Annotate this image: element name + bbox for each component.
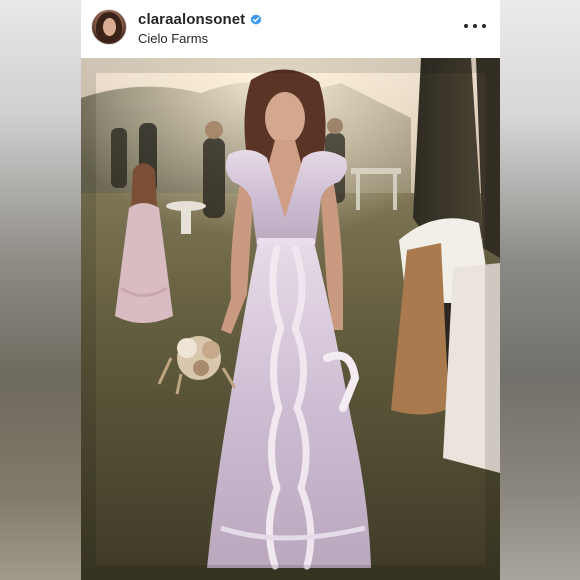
username-row: claraalonsonet [138, 11, 262, 28]
left-blurred-backdrop [0, 0, 81, 580]
avatar-face [103, 18, 116, 36]
right-blurred-backdrop [500, 0, 580, 580]
verified-badge-icon [250, 13, 262, 25]
wedding-photo-illustration [81, 58, 500, 580]
profile-avatar[interactable] [92, 10, 126, 44]
post-photo[interactable] [81, 58, 500, 580]
location-link[interactable]: Cielo Farms [138, 31, 208, 46]
username-link[interactable]: claraalonsonet [138, 11, 245, 28]
instagram-post-card: claraalonsonet Cielo Farms [81, 0, 500, 580]
post-header: claraalonsonet Cielo Farms [81, 0, 500, 58]
more-horizontal-icon[interactable] [464, 16, 486, 36]
